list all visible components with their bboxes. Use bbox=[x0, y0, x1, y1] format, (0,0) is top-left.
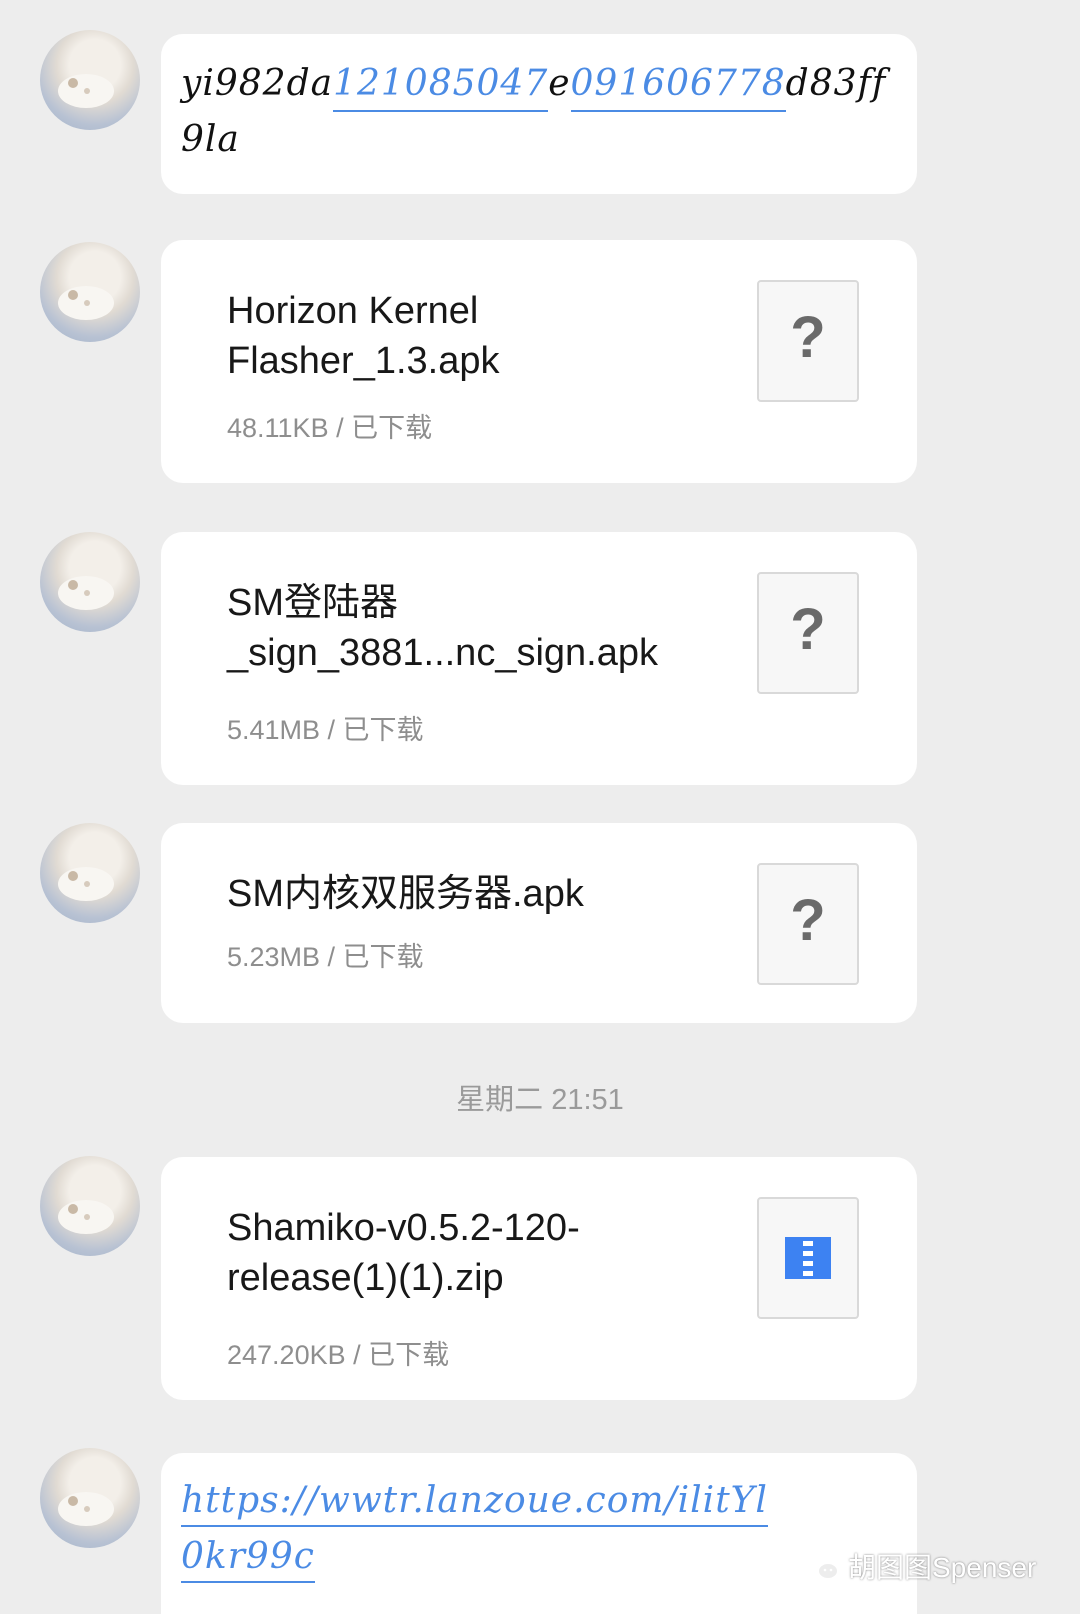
file-size-status: 5.23MB / 已下载 bbox=[227, 942, 424, 972]
file-size-status: 247.20KB / 已下载 bbox=[227, 1340, 450, 1370]
message-text: yi982da121085047e091606778d83ff9la bbox=[181, 63, 887, 160]
file-name: SM登陆器 _sign_3881...nc_sign.apk bbox=[227, 582, 658, 674]
file-message-bubble[interactable]: Shamiko-v0.5.2-120- release(1)(1).zip 24… bbox=[161, 1157, 917, 1400]
phone-number-link[interactable]: 091606778 bbox=[570, 63, 786, 112]
file-message-bubble[interactable]: Horizon Kernel Flasher_1.3.apk 48.11KB /… bbox=[161, 240, 917, 483]
avatar[interactable] bbox=[40, 1448, 140, 1548]
zip-icon bbox=[785, 1237, 831, 1279]
text-message-bubble[interactable]: yi982da121085047e091606778d83ff9la bbox=[161, 34, 917, 194]
unknown-file-icon: ? bbox=[757, 572, 859, 694]
avatar[interactable] bbox=[40, 30, 140, 130]
url-link[interactable]: https://wwtr.lanzoue.com/ilitYl 0kr99c bbox=[181, 1473, 881, 1585]
file-message-bubble[interactable]: SM登陆器 _sign_3881...nc_sign.apk 5.41MB / … bbox=[161, 532, 917, 785]
chat-timestamp: 星期二 21:51 bbox=[456, 1084, 624, 1116]
wechat-icon bbox=[806, 1556, 839, 1580]
file-size-status: 5.41MB / 已下载 bbox=[227, 715, 424, 745]
watermark: 胡图图Spenser bbox=[806, 1546, 1036, 1586]
avatar[interactable] bbox=[40, 1156, 140, 1256]
unknown-file-icon: ? bbox=[757, 863, 859, 985]
avatar[interactable] bbox=[40, 823, 140, 923]
link-message-bubble[interactable]: https://wwtr.lanzoue.com/ilitYl 0kr99c bbox=[161, 1453, 917, 1614]
avatar[interactable] bbox=[40, 532, 140, 632]
phone-number-link[interactable]: 121085047 bbox=[333, 63, 549, 112]
unknown-file-icon: ? bbox=[757, 280, 859, 402]
file-name: Shamiko-v0.5.2-120- release(1)(1).zip bbox=[227, 1207, 580, 1299]
file-name: SM内核双服务器.apk bbox=[227, 873, 584, 915]
file-name: Horizon Kernel Flasher_1.3.apk bbox=[227, 290, 500, 382]
file-message-bubble[interactable]: SM内核双服务器.apk 5.23MB / 已下载 ? bbox=[161, 823, 917, 1023]
avatar[interactable] bbox=[40, 242, 140, 342]
file-size-status: 48.11KB / 已下载 bbox=[227, 413, 433, 443]
zip-file-icon bbox=[757, 1197, 859, 1319]
